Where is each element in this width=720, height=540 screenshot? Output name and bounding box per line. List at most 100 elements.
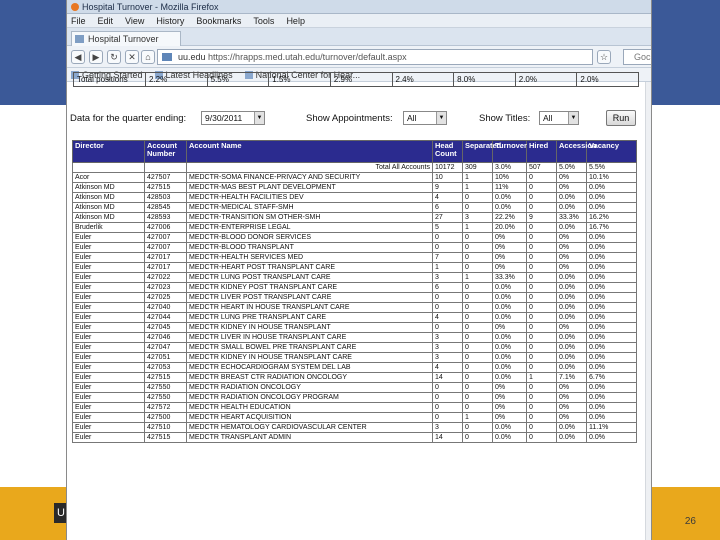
cell-account-number: 427044 bbox=[144, 312, 187, 323]
cell-account-name[interactable]: MEDCTR TRANSPLANT ADMIN bbox=[186, 432, 433, 443]
cell-account-name[interactable]: MEDCTR KIDNEY IN HOUSE TRANSPLANT CARE bbox=[186, 352, 433, 363]
cell-head-count: 9 bbox=[432, 182, 463, 193]
cell-vacancy: 16.7% bbox=[586, 222, 637, 233]
cell-accession: 0.0% bbox=[556, 362, 587, 373]
menu-edit[interactable]: Edit bbox=[98, 14, 114, 27]
address-bar[interactable]: uu.edu https://hrapps.med.utah.edu/turno… bbox=[157, 49, 593, 65]
cell-account-name[interactable]: MEDCTR-BLOOD DONOR SERVICES bbox=[186, 232, 433, 243]
cell-turnover: 22.2% bbox=[492, 212, 527, 223]
cell-separated: 0 bbox=[462, 362, 493, 373]
cell-accession: 0.0% bbox=[556, 222, 587, 233]
menu-view[interactable]: View bbox=[125, 14, 144, 27]
cell-head-count: 3 bbox=[432, 352, 463, 363]
column-header-head-count[interactable]: Head Count bbox=[432, 140, 463, 163]
cell-account-name[interactable]: MEDCTR BREAST CTR RADIATION ONCOLOGY bbox=[186, 372, 433, 383]
reload-button[interactable]: ↻ bbox=[107, 50, 121, 64]
cell-account-name[interactable]: MEDCTR LUNG POST TRANSPLANT CARE bbox=[186, 272, 433, 283]
cell-accession: 0.0% bbox=[556, 282, 587, 293]
cell-account-number: 427515 bbox=[144, 182, 187, 193]
column-header-account-number[interactable]: Account Number bbox=[144, 140, 187, 163]
menu-tools[interactable]: Tools bbox=[253, 14, 274, 27]
column-header-separated[interactable]: Separated bbox=[462, 140, 501, 163]
stop-button[interactable]: ✕ bbox=[125, 50, 139, 64]
table-row: Euler 427017 MEDCTR-HEART POST TRANSPLANT … bbox=[72, 262, 637, 273]
column-header-vacancy[interactable]: Vacancy bbox=[586, 140, 637, 163]
cell-account-name[interactable]: MEDCTR HEART IN HOUSE TRANSPLANT CARE bbox=[186, 302, 433, 313]
cell-vacancy: 0.0% bbox=[586, 202, 637, 213]
cell-account-name[interactable]: MEDCTR-HEALTH SERVICES MED bbox=[186, 252, 433, 263]
slide: U 26 Hospital Turnover - Mozilla Firefox… bbox=[0, 0, 720, 540]
forward-button[interactable]: ▶ bbox=[89, 50, 103, 64]
column-header-hired[interactable]: Hired bbox=[526, 140, 557, 163]
cell-account-name[interactable]: MEDCTR LIVER POST TRANSPLANT CARE bbox=[186, 292, 433, 303]
cell-turnover: 0.0% bbox=[492, 372, 527, 383]
cell-account-number: 427017 bbox=[144, 262, 187, 273]
cell-director: Euler bbox=[72, 262, 145, 273]
menu-history[interactable]: History bbox=[156, 14, 184, 27]
cell-account-name[interactable]: MEDCTR-HEART POST TRANSPLANT CARE bbox=[186, 262, 433, 273]
cell-account-name[interactable]: MEDCTR SMALL BOWEL PRE TRANSPLANT CARE bbox=[186, 342, 433, 353]
cell-turnover: 33.3% bbox=[492, 272, 527, 283]
cell-accession: 0.0% bbox=[556, 312, 587, 323]
cell-account-name[interactable]: MEDCTR-MAS BEST PLANT DEVELOPMENT bbox=[186, 182, 433, 193]
home-button[interactable]: ⌂ bbox=[141, 50, 155, 64]
cell-head-count: 0 bbox=[432, 392, 463, 403]
menu-file[interactable]: File bbox=[71, 14, 86, 27]
cell-hired: 0 bbox=[526, 192, 557, 203]
column-header-turnover[interactable]: Turnover bbox=[492, 140, 527, 163]
cell-account-name[interactable]: MEDCTR LUNG PRE TRANSPLANT CARE bbox=[186, 312, 433, 323]
column-header-accession[interactable]: Accession bbox=[556, 140, 597, 163]
quarter-select[interactable]: 9/30/2011 ▼ bbox=[201, 111, 265, 125]
cell-turnover: 0% bbox=[492, 262, 527, 273]
cell-vacancy: 0.0% bbox=[586, 362, 637, 373]
vertical-scrollbar[interactable] bbox=[645, 82, 651, 540]
table-row: Euler 427017 MEDCTR-HEALTH SERVICES MED 7 0 0… bbox=[72, 252, 637, 263]
cell-head-count: 4 bbox=[432, 192, 463, 203]
menu-help[interactable]: Help bbox=[286, 14, 305, 27]
cell-account-name[interactable]: MEDCTR HEALTH EDUCATION bbox=[186, 402, 433, 413]
search-input[interactable]: Goc bbox=[623, 49, 651, 65]
appointments-select[interactable]: All ▼ bbox=[403, 111, 447, 125]
cell-hired: 0 bbox=[526, 202, 557, 213]
cell-head-count: 14 bbox=[432, 372, 463, 383]
tab-hospital-turnover[interactable]: Hospital Turnover bbox=[71, 31, 181, 46]
cell-account-name[interactable]: MEDCTR-MEDICAL STAFF-SMH bbox=[186, 202, 433, 213]
cell-account-name[interactable]: MEDCTR RADIATION ONCOLOGY PROGRAM bbox=[186, 392, 433, 403]
column-header-account-name[interactable]: Account Name bbox=[186, 140, 433, 163]
cell-account-name[interactable]: MEDCTR HEMATOLOGY CARDIOVASCULAR CENTER bbox=[186, 422, 433, 433]
cell-account-number: 427007 bbox=[144, 242, 187, 253]
cell-account-name[interactable]: MEDCTR-ENTERPRISE LEGAL bbox=[186, 222, 433, 233]
cell-account-name[interactable]: MEDCTR RADIATION ONCOLOGY bbox=[186, 382, 433, 393]
column-header-director[interactable]: Director bbox=[72, 140, 145, 163]
cell-accession: 0.0% bbox=[556, 422, 587, 433]
cell-vacancy: 16.2% bbox=[586, 212, 637, 223]
cell-hired: 0 bbox=[526, 422, 557, 433]
cell-account-number: 427045 bbox=[144, 322, 187, 333]
cell-account-name[interactable]: MEDCTR KIDNEY IN HOUSE TRANSPLANT bbox=[186, 322, 433, 333]
menu-bookmarks[interactable]: Bookmarks bbox=[196, 14, 241, 27]
cell-account-name[interactable]: MEDCTR-TRANSITION SM OTHER-SMH bbox=[186, 212, 433, 223]
cell-account-name[interactable]: MEDCTR-SOMA FINANCE-PRIVACY AND SECURITY bbox=[186, 172, 433, 183]
cell-account-name[interactable]: MEDCTR ECHOCARDIOGRAM SYSTEM DEL LAB bbox=[186, 362, 433, 373]
table-row: Euler 427047 MEDCTR SMALL BOWEL PRE TRANSP… bbox=[72, 342, 637, 353]
table-header-row: Director Account Number Account Name Hea… bbox=[72, 140, 637, 163]
appointments-label: Show Appointments: bbox=[306, 113, 393, 124]
cell-separated: 0 bbox=[462, 252, 493, 263]
cell-account-name[interactable]: MEDCTR-BLOOD TRANSPLANT bbox=[186, 242, 433, 253]
cell-turnover: 0.0% bbox=[492, 352, 527, 363]
cell-accession: 0% bbox=[556, 322, 587, 333]
bookmark-star-icon[interactable]: ☆ bbox=[597, 50, 611, 64]
page-icon bbox=[75, 35, 84, 43]
cell-separated: 1 bbox=[462, 172, 493, 183]
cell-account-name[interactable]: MEDCTR KIDNEY POST TRANSPLANT CARE bbox=[186, 282, 433, 293]
table-row: Atkinson MD 428593 MEDCTR-TRANSITION SM OT… bbox=[72, 212, 637, 223]
titles-select[interactable]: All ▼ bbox=[539, 111, 579, 125]
cell-turnover: 0% bbox=[492, 322, 527, 333]
run-button[interactable]: Run bbox=[606, 110, 636, 126]
cell-account-name[interactable]: MEDCTR LIVER IN HOUSE TRANSPLANT CARE bbox=[186, 332, 433, 343]
back-button[interactable]: ◀ bbox=[71, 50, 85, 64]
cell-account-number: 427500 bbox=[144, 412, 187, 423]
cell-account-name[interactable]: MEDCTR HEART ACQUISITION bbox=[186, 412, 433, 423]
cell-account-name[interactable]: MEDCTR-HEALTH FACILITIES DEV bbox=[186, 192, 433, 203]
chevron-down-icon: ▼ bbox=[254, 112, 264, 124]
